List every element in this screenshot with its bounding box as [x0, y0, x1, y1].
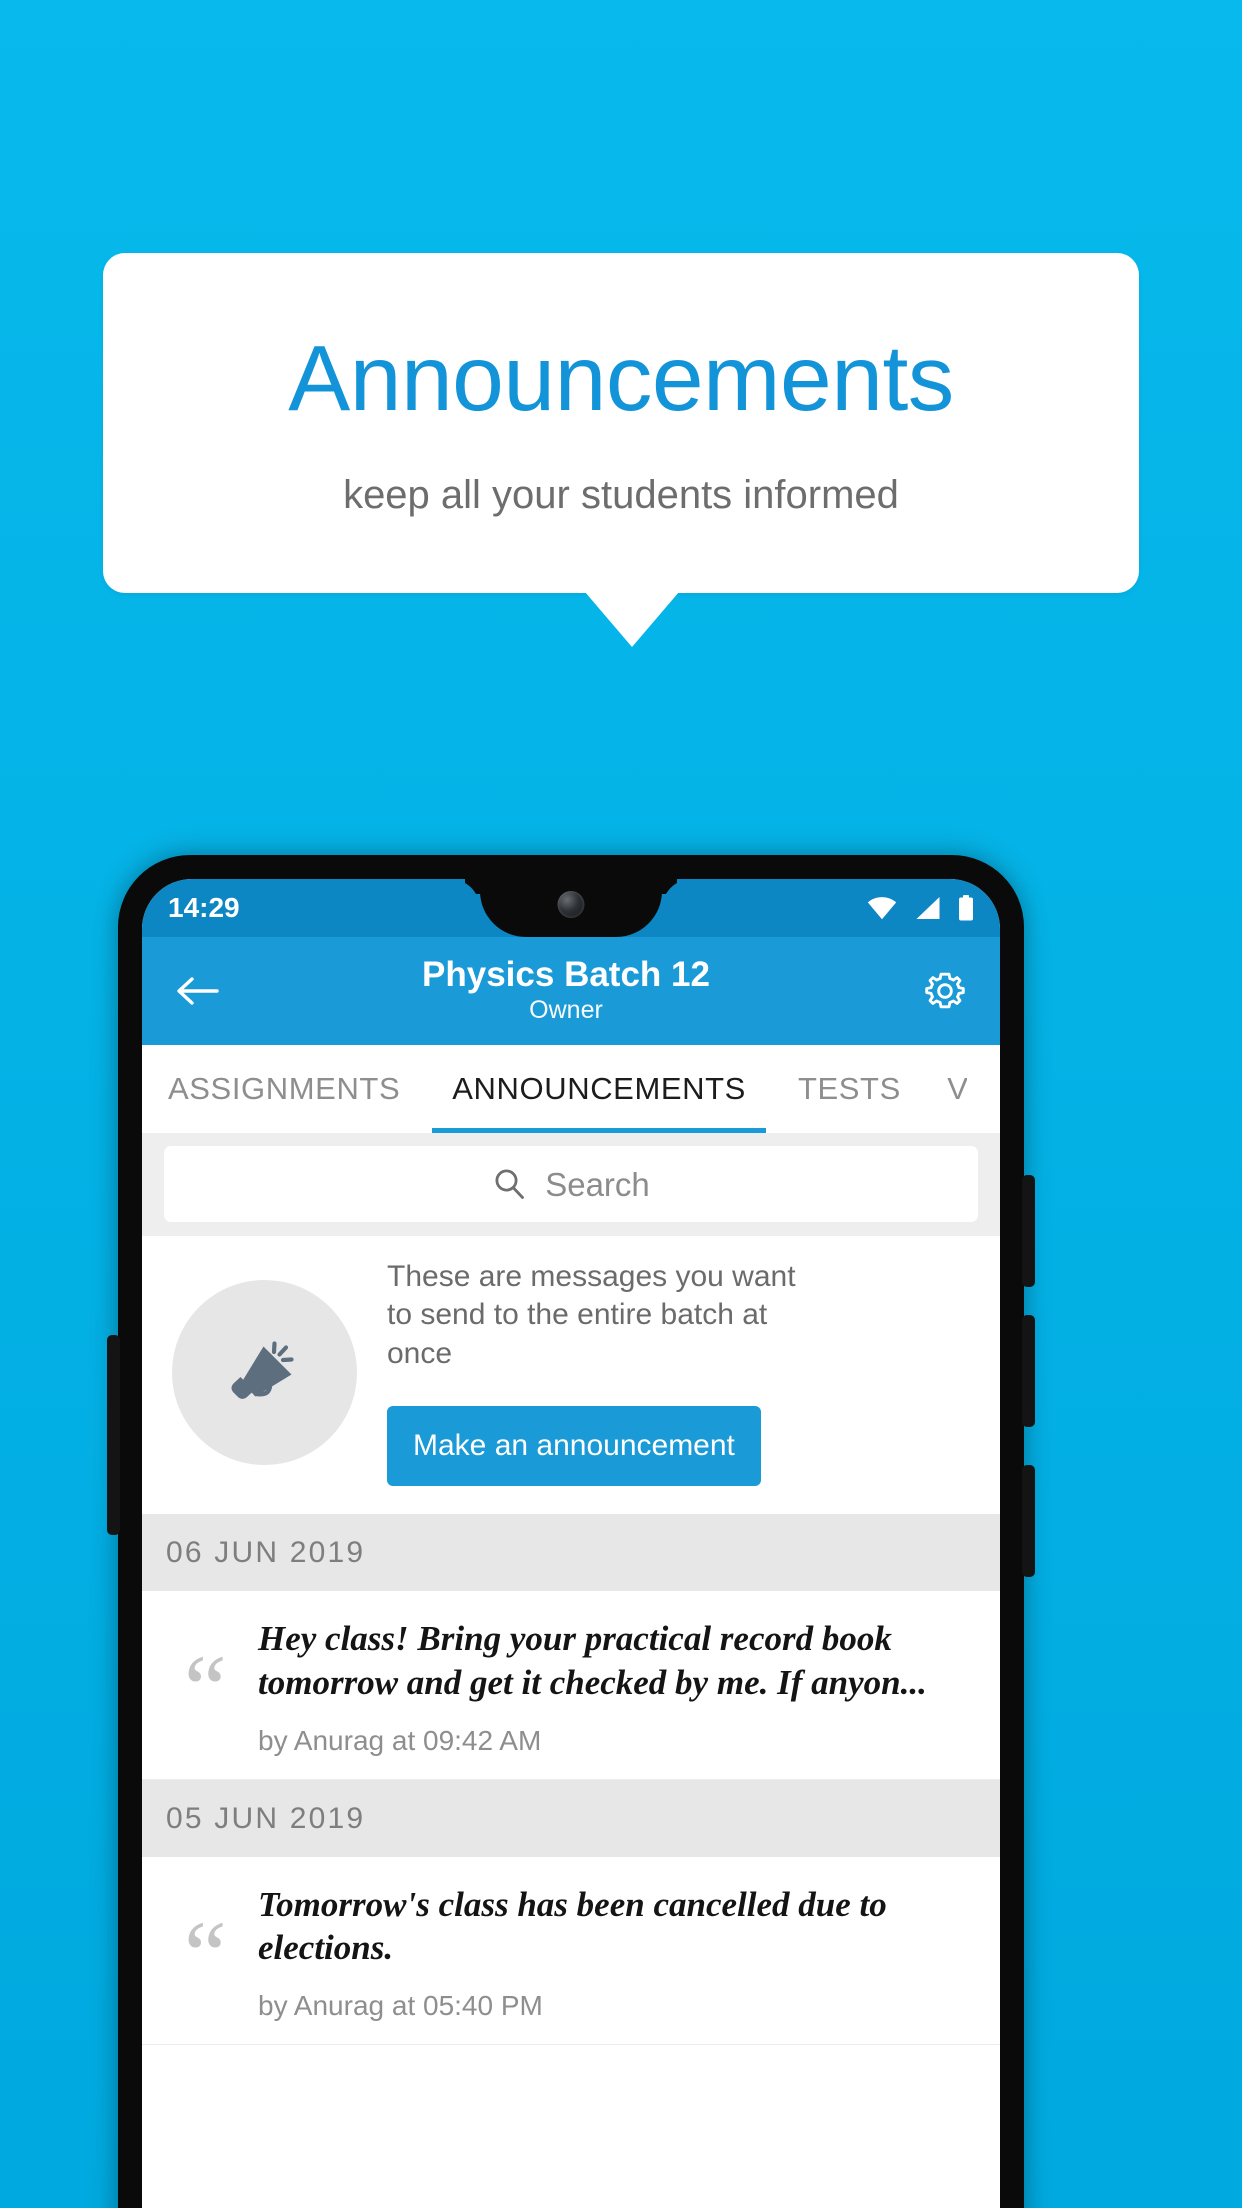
status-bar-icons [867, 895, 974, 921]
status-bar-clock: 14:29 [168, 892, 240, 923]
search-icon [495, 1169, 525, 1199]
settings-button[interactable] [914, 960, 976, 1022]
arrow-left-icon [177, 977, 219, 1005]
tab-label: ANNOUNCEMENTS [452, 1071, 746, 1106]
display-notch [480, 879, 662, 937]
page-subtitle: Owner [529, 996, 603, 1024]
make-announcement-button[interactable]: Make an announcement [387, 1406, 761, 1487]
tab-bar: ASSIGNMENTS ANNOUNCEMENTS TESTS V [142, 1045, 1000, 1133]
cellular-signal-icon [916, 897, 940, 919]
tab-label: V [947, 1071, 967, 1106]
announcement-list-item[interactable]: “ Hey class! Bring your practical record… [142, 1591, 1000, 1780]
promo-speech-bubble: Announcements keep all your students inf… [103, 253, 1139, 593]
search-bar-container: Search [142, 1133, 1000, 1236]
tab-tests[interactable]: TESTS [772, 1045, 927, 1133]
announcement-meta: by Anurag at 09:42 AM [258, 1724, 542, 1756]
front-camera-icon [557, 891, 585, 918]
app-bar: Physics Batch 12 Owner [142, 937, 1000, 1045]
megaphone-icon-badge [172, 1279, 357, 1465]
promo-bubble-tail [585, 592, 679, 647]
assistant-button[interactable] [1022, 1465, 1035, 1577]
announcement-body: Hey class! Bring your practical record b… [258, 1617, 976, 1755]
announcement-text: Tomorrow's class has been cancelled due … [258, 1884, 887, 1968]
promo-screenshot-canvas: Announcements keep all your students inf… [0, 0, 1242, 2208]
volume-up-button[interactable] [1022, 1175, 1035, 1287]
announcement-meta: by Anurag at 05:40 PM [258, 1990, 543, 2022]
quote-mark-icon: “ [184, 1900, 227, 2008]
tab-label: ASSIGNMENTS [168, 1071, 401, 1106]
quote-mark-icon: “ [184, 1635, 227, 1743]
search-placeholder: Search [545, 1165, 650, 1203]
tab-label: TESTS [797, 1071, 901, 1106]
app-bar-titles: Physics Batch 12 Owner [218, 954, 914, 1027]
tab-next-partial[interactable]: V [927, 1045, 967, 1133]
date-header: 05 JUN 2019 [142, 1779, 1000, 1857]
search-input[interactable]: Search [164, 1146, 978, 1222]
volume-down-button[interactable] [1022, 1315, 1035, 1427]
megaphone-icon [231, 1341, 294, 1399]
announcement-list-item[interactable]: “ Tomorrow's class has been cancelled du… [142, 1856, 1000, 2046]
gear-icon [925, 972, 965, 1009]
promo-subtitle: keep all your students informed [343, 472, 899, 517]
promo-title: Announcements [288, 325, 954, 430]
tab-assignments[interactable]: ASSIGNMENTS [142, 1045, 426, 1133]
page-title: Physics Batch 12 [422, 954, 710, 994]
phone-device-frame: 14:29 Physics Batch 12 Owner ASSIGNMENTS… [107, 855, 1035, 2208]
announcement-text: Hey class! Bring your practical record b… [258, 1619, 927, 1702]
battery-icon [959, 895, 973, 921]
empty-state-description: These are messages you want to send to t… [387, 1260, 796, 1370]
phone-screen: 14:29 Physics Batch 12 Owner ASSIGNMENTS… [142, 879, 1000, 2208]
tab-announcements[interactable]: ANNOUNCEMENTS [426, 1045, 772, 1133]
power-button[interactable] [107, 1335, 120, 1535]
wifi-icon [867, 897, 897, 920]
date-header: 06 JUN 2019 [142, 1514, 1000, 1592]
announcement-empty-state: These are messages you want to send to t… [142, 1236, 1000, 1515]
empty-state-content: These are messages you want to send to t… [357, 1258, 976, 1487]
announcement-body: Tomorrow's class has been cancelled due … [258, 1883, 976, 2021]
